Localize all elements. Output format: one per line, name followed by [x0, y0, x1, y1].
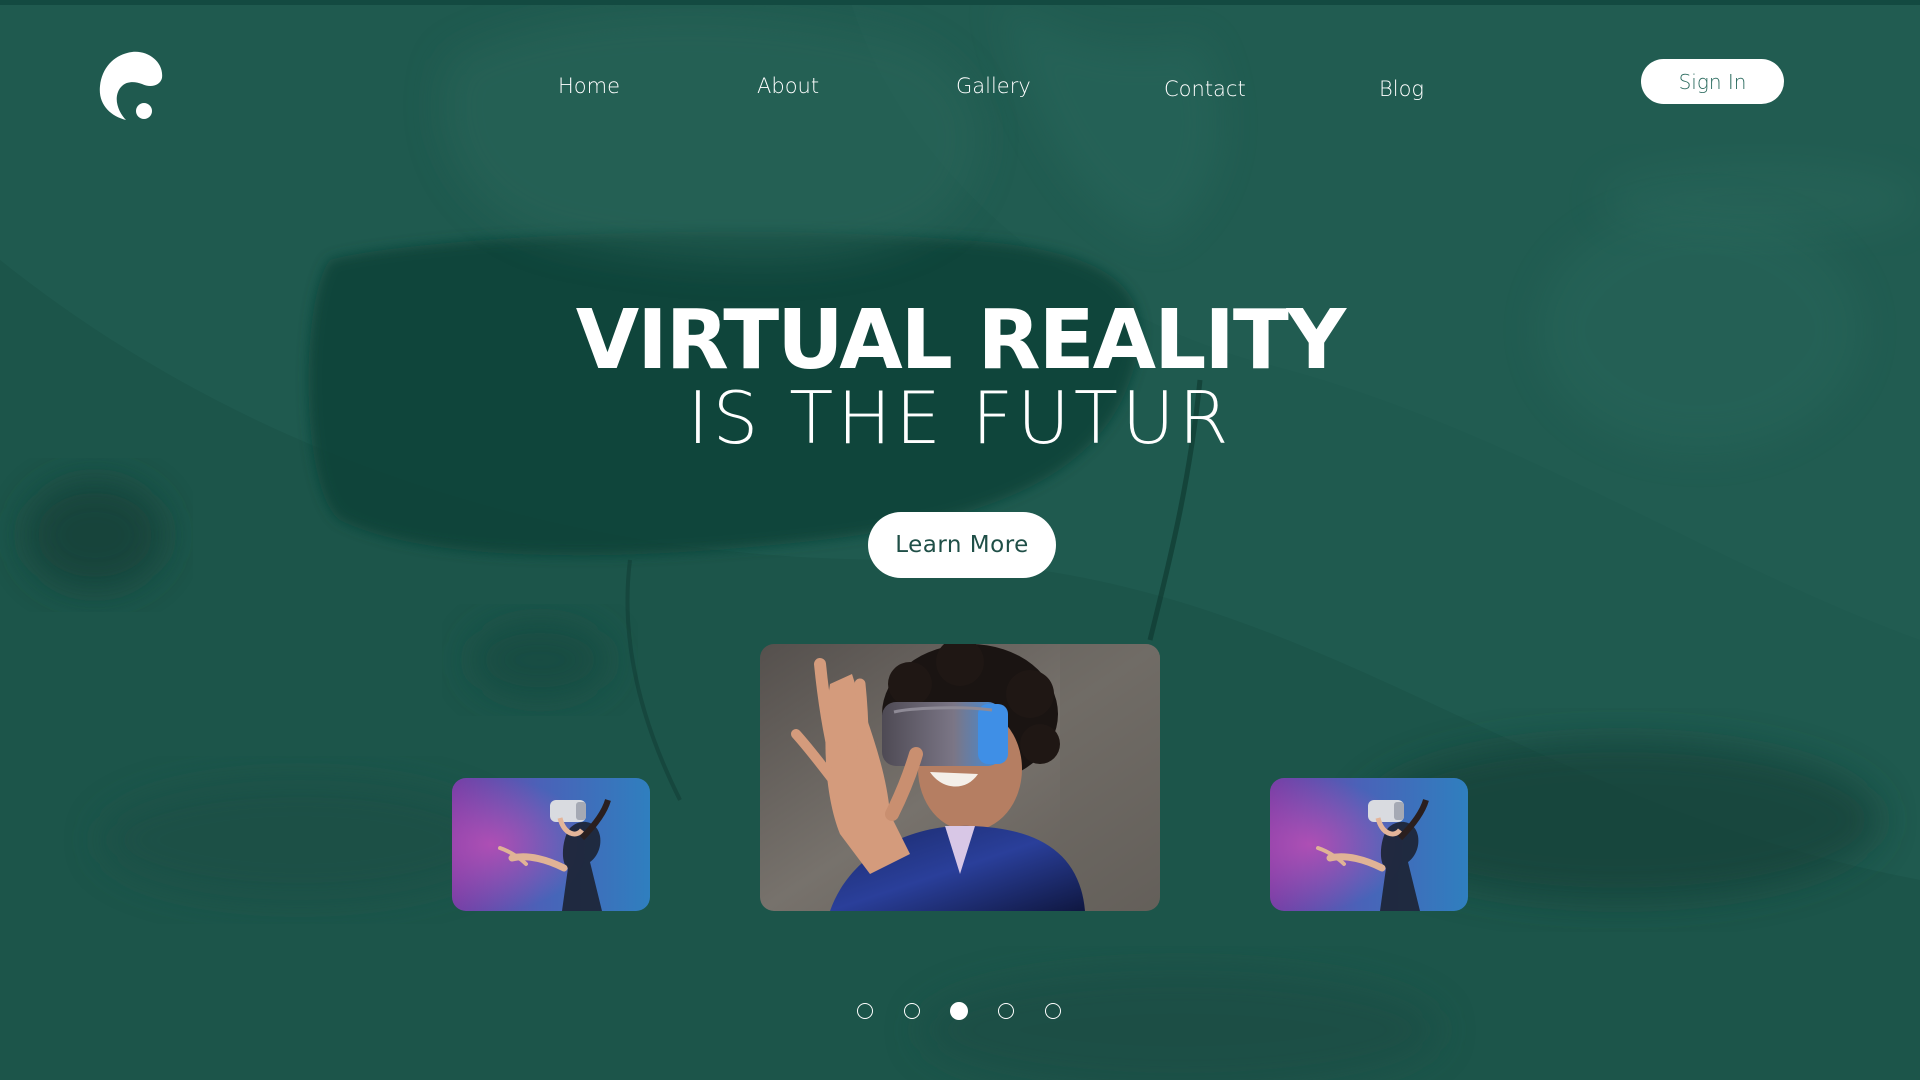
carousel-dot-1[interactable]	[857, 1003, 873, 1019]
carousel-dot-5[interactable]	[1045, 1003, 1061, 1019]
woman-vr-headset-purple-photo	[1270, 778, 1468, 911]
gallery-card-left[interactable]	[452, 778, 650, 911]
landing-page: Home About Gallery Contact Blog Sign In …	[0, 0, 1920, 1080]
carousel-dot-2[interactable]	[904, 1003, 920, 1019]
hero-subtitle: IS THE FUTUR	[687, 376, 1233, 460]
top-accent-strip	[0, 0, 1920, 5]
gallery-card-right[interactable]	[1270, 778, 1468, 911]
person-curly-hair-vr-headset-photo	[760, 644, 1160, 911]
nav-about[interactable]: About	[757, 74, 819, 98]
sign-in-button[interactable]: Sign In	[1641, 59, 1784, 104]
carousel-dot-3[interactable]	[950, 1002, 968, 1020]
learn-more-button[interactable]: Learn More	[868, 512, 1056, 578]
nav-contact[interactable]: Contact	[1164, 77, 1246, 101]
nav-blog[interactable]: Blog	[1379, 77, 1424, 101]
carousel-dots	[0, 1002, 1920, 1023]
nav-gallery[interactable]: Gallery	[956, 74, 1031, 98]
nav-home[interactable]: Home	[558, 74, 620, 98]
carousel-dot-4[interactable]	[998, 1003, 1014, 1019]
main-nav: Home About Gallery Contact Blog	[0, 70, 1920, 110]
woman-vr-headset-purple-photo	[452, 778, 650, 911]
hero-title: VIRTUAL REALITY	[575, 293, 1346, 388]
gallery-card-center[interactable]	[760, 644, 1160, 911]
